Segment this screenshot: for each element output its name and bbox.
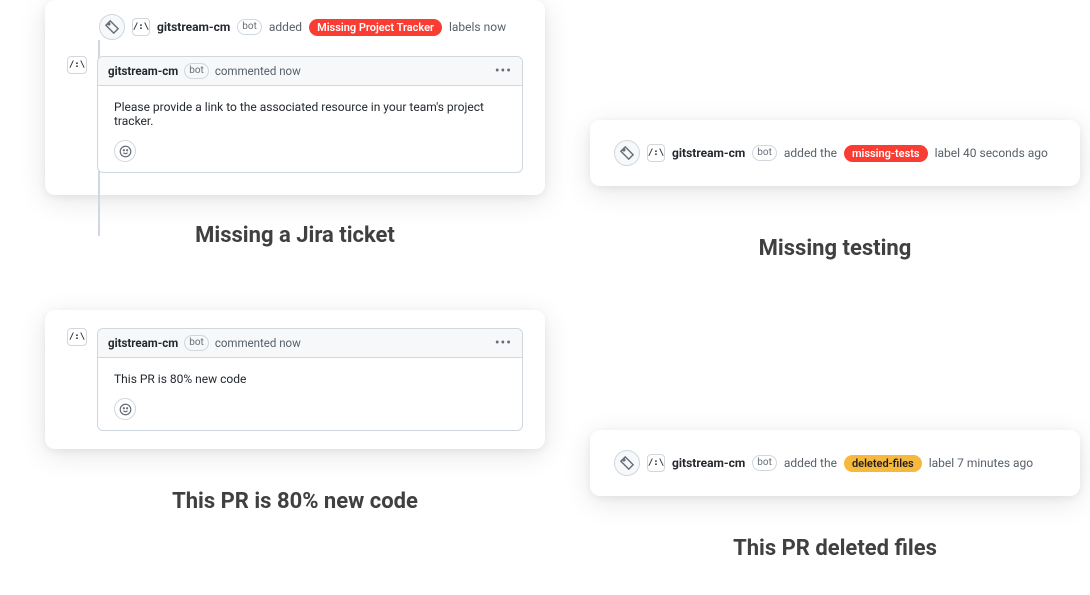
action-text: added the (784, 146, 837, 160)
label-pill[interactable]: deleted-files (844, 455, 922, 472)
label-pill[interactable]: missing-tests (844, 145, 928, 162)
label-event-row: /:\ gitstream-cm bot added the deleted-f… (614, 450, 1056, 476)
card-missing-jira: /:\ gitstream-cm bot added Missing Proje… (45, 0, 545, 195)
comment-block: /:\ gitstream-cm bot commented now ••• P… (67, 56, 523, 173)
event-suffix: label 40 seconds ago (935, 146, 1048, 160)
avatar: /:\ (67, 328, 87, 346)
card-new-code: /:\ gitstream-cm bot commented now ••• T… (45, 310, 545, 449)
label-event-row: /:\ gitstream-cm bot added the missing-t… (614, 140, 1056, 166)
comment-header: gitstream-cm bot commented now ••• (98, 329, 522, 358)
caption: This PR deleted files (733, 536, 937, 561)
comment-text: This PR is 80% new code (114, 372, 506, 386)
comment-card: gitstream-cm bot commented now ••• Pleas… (97, 56, 523, 173)
caption: This PR is 80% new code (172, 489, 418, 514)
label-pill[interactable]: Missing Project Tracker (309, 19, 442, 36)
bot-badge: bot (184, 335, 209, 351)
comment-text: Please provide a link to the associated … (114, 100, 506, 128)
comment-header: gitstream-cm bot commented now ••• (98, 57, 522, 86)
tag-icon (614, 140, 640, 166)
card-deleted-files: /:\ gitstream-cm bot added the deleted-f… (590, 430, 1080, 496)
bot-badge: bot (184, 63, 209, 79)
event-suffix: labels now (449, 20, 506, 34)
add-reaction-button[interactable] (114, 140, 136, 162)
caption: Missing testing (759, 236, 912, 261)
add-reaction-button[interactable] (114, 398, 136, 420)
event-suffix: label 7 minutes ago (929, 456, 1033, 470)
card-missing-tests: /:\ gitstream-cm bot added the missing-t… (590, 120, 1080, 186)
actor-name[interactable]: gitstream-cm (672, 146, 745, 160)
comment-card: gitstream-cm bot commented now ••• This … (97, 328, 523, 431)
comment-meta: commented now (215, 336, 301, 350)
kebab-menu-icon[interactable]: ••• (495, 64, 512, 78)
action-text: added (269, 20, 302, 34)
bot-badge: bot (752, 455, 777, 471)
label-event-row: /:\ gitstream-cm bot added Missing Proje… (67, 14, 523, 40)
bot-badge: bot (752, 145, 777, 161)
actor-name[interactable]: gitstream-cm (108, 64, 178, 78)
comment-block: /:\ gitstream-cm bot commented now ••• T… (67, 328, 523, 431)
comment-body: Please provide a link to the associated … (98, 86, 522, 172)
actor-name[interactable]: gitstream-cm (672, 456, 745, 470)
caption: Missing a Jira ticket (195, 223, 395, 248)
comment-meta: commented now (215, 64, 301, 78)
actor-name[interactable]: gitstream-cm (157, 20, 230, 34)
action-text: added the (784, 456, 837, 470)
actor-name[interactable]: gitstream-cm (108, 336, 178, 350)
avatar: /:\ (67, 56, 87, 74)
avatar: /:\ (647, 144, 665, 162)
comment-body: This PR is 80% new code (98, 358, 522, 430)
kebab-menu-icon[interactable]: ••• (495, 336, 512, 350)
avatar: /:\ (132, 18, 150, 36)
bot-badge: bot (237, 19, 262, 35)
avatar: /:\ (647, 454, 665, 472)
tag-icon (614, 450, 640, 476)
tag-icon (99, 14, 125, 40)
